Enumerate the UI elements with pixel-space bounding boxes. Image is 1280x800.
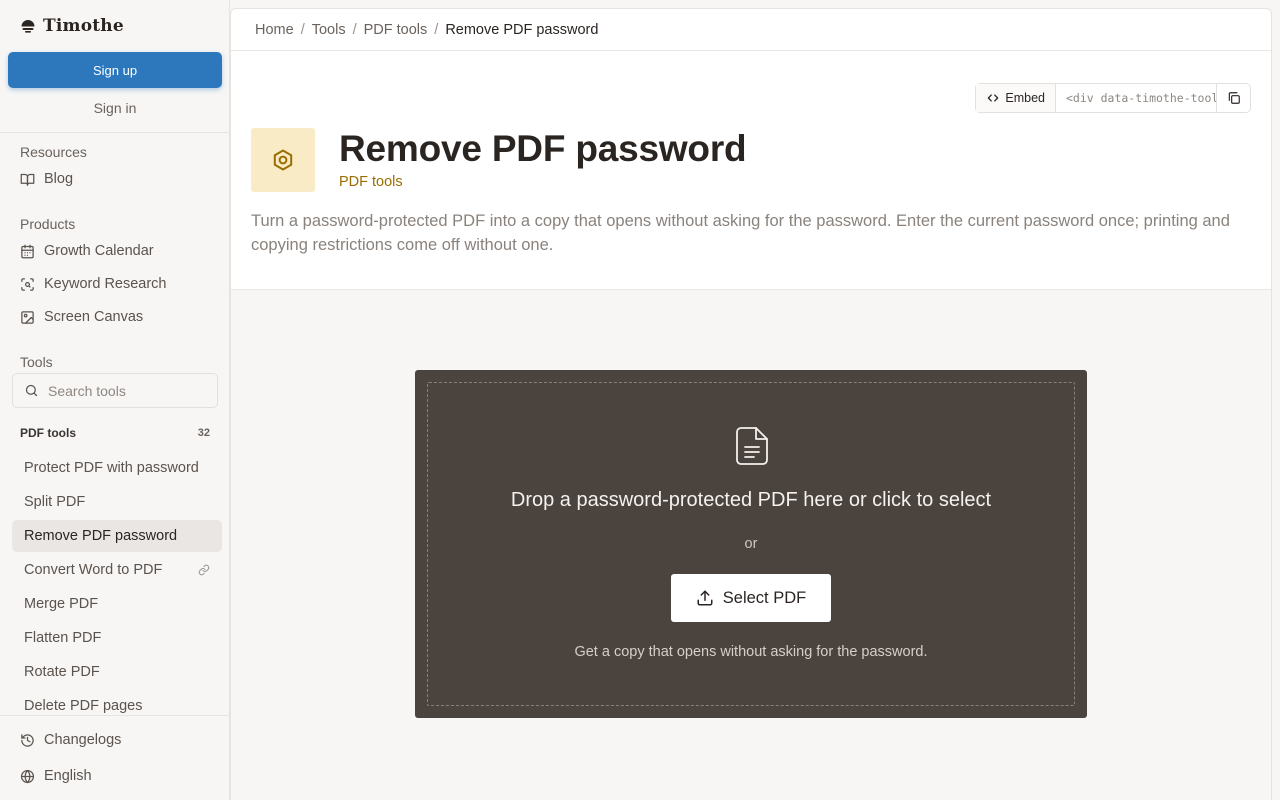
sidebar-item-label: Changelogs — [44, 732, 122, 748]
pdf-tools-group-header[interactable]: PDF tools 32 — [20, 425, 210, 441]
sidebar-divider — [0, 132, 229, 133]
main-panel: Home / Tools / PDF tools / Remove PDF pa… — [230, 8, 1272, 800]
pdf-tools-group-label: PDF tools — [20, 426, 76, 440]
breadcrumb: Home / Tools / PDF tools / Remove PDF pa… — [255, 21, 598, 39]
copy-embed-button[interactable] — [1216, 84, 1250, 112]
breadcrumb-current: Remove PDF password — [445, 22, 599, 38]
history-icon — [21, 733, 34, 747]
page-description: Turn a password-protected PDF into a cop… — [251, 212, 1230, 254]
breadcrumb-home[interactable]: Home — [255, 22, 294, 38]
sidebar-item-label: Merge PDF — [24, 596, 99, 612]
dropzone-or-label: or — [744, 536, 758, 552]
scan-search-icon — [21, 277, 34, 291]
embed-button[interactable]: Embed — [976, 84, 1056, 112]
dropzone-title: Drop a password-protected PDF here or cl… — [510, 489, 992, 511]
dropzone-hint: Get a copy that opens without asking for… — [574, 644, 928, 660]
tools-heading: Tools — [20, 354, 53, 370]
tool-workspace: Drop a password-protected PDF here or cl… — [231, 290, 1271, 800]
logo-text: Timothe — [43, 16, 124, 36]
pdf-tools-list: Protect PDF with password Split PDF Remo… — [12, 452, 222, 724]
sidebar-item-label: Flatten PDF — [24, 630, 102, 646]
sidebar-item-growth-calendar[interactable]: Growth Calendar — [20, 240, 154, 262]
sidebar-item-merge-pdf[interactable]: Merge PDF — [12, 588, 222, 620]
sidebar-item-keyword-research[interactable]: Keyword Research — [20, 273, 167, 295]
sign-in-button[interactable]: Sign in — [8, 94, 222, 122]
embed-code-field[interactable]: <div data-timothe-tool="remove-pdf-passw… — [1056, 84, 1216, 112]
sidebar-item-blog[interactable]: Blog — [20, 168, 73, 190]
sidebar-item-remove-pdf-password[interactable]: Remove PDF password — [12, 520, 222, 552]
sidebar-item-rotate-pdf[interactable]: Rotate PDF — [12, 656, 222, 688]
dropzone[interactable]: Drop a password-protected PDF here or cl… — [415, 370, 1087, 718]
link-icon — [198, 564, 210, 576]
sidebar-item-flatten-pdf[interactable]: Flatten PDF — [12, 622, 222, 654]
sidebar-item-label: Rotate PDF — [24, 664, 100, 680]
sidebar-item-label: Convert Word to PDF — [24, 562, 163, 578]
tool-icon-badge — [251, 128, 315, 192]
select-pdf-button-label: Select PDF — [722, 588, 807, 607]
sidebar-item-label: Blog — [44, 171, 74, 187]
image-icon — [21, 310, 34, 324]
pdf-tools-count-badge: 32 — [197, 427, 210, 439]
embed-widget: Embed <div data-timothe-tool="remove-pdf… — [975, 83, 1251, 113]
sidebar-item-changelogs[interactable]: Changelogs — [20, 729, 121, 751]
copy-icon — [1228, 92, 1240, 104]
select-pdf-button[interactable]: Select PDF — [671, 574, 831, 622]
globe-icon — [20, 769, 35, 783]
page-category-link[interactable]: PDF tools — [339, 174, 403, 190]
sidebar-item-label: Protect PDF with password — [24, 460, 199, 476]
resources-heading: Resources — [20, 144, 87, 160]
hexagon-nut-icon — [273, 149, 293, 171]
search-tools-field[interactable] — [12, 373, 218, 408]
sidebar-item-label: Growth Calendar — [44, 243, 154, 259]
calendar-icon — [21, 244, 34, 258]
sidebar-footer: Changelogs English — [0, 715, 229, 800]
sidebar-item-protect-pdf[interactable]: Protect PDF with password — [12, 452, 222, 484]
sidebar-item-screen-canvas[interactable]: Screen Canvas — [20, 306, 143, 328]
breadcrumb-tools[interactable]: Tools — [312, 22, 346, 38]
logo-icon — [21, 20, 35, 33]
header-divider — [231, 50, 1271, 51]
sidebar-item-split-pdf[interactable]: Split PDF — [12, 486, 222, 518]
sidebar-item-convert-word-to-pdf[interactable]: Convert Word to PDF — [12, 554, 222, 586]
dropzone-border: Drop a password-protected PDF here or cl… — [427, 382, 1075, 706]
sidebar: Timothe Sign up Sign in Resources Blog P… — [0, 0, 230, 800]
language-selector[interactable]: English — [20, 765, 92, 787]
products-heading: Products — [20, 216, 76, 232]
sign-up-button[interactable]: Sign up — [8, 52, 222, 88]
search-icon — [25, 384, 38, 397]
page-title: Remove PDF password — [339, 128, 747, 169]
code-icon — [988, 94, 999, 102]
sidebar-item-label: Keyword Research — [44, 276, 167, 292]
breadcrumb-separator: / — [300, 22, 305, 38]
file-text-icon — [736, 427, 768, 465]
sidebar-item-label: Remove PDF password — [24, 528, 178, 544]
book-icon — [20, 173, 35, 186]
sidebar-item-label: Delete PDF pages — [24, 698, 143, 714]
sidebar-item-label: Split PDF — [24, 494, 86, 510]
upload-icon — [697, 590, 713, 606]
logo[interactable]: Timothe — [20, 16, 124, 36]
breadcrumb-separator: / — [352, 22, 357, 38]
breadcrumb-pdf-tools[interactable]: PDF tools — [364, 22, 428, 38]
breadcrumb-separator: / — [434, 22, 439, 38]
language-label: English — [44, 768, 92, 784]
embed-button-label: Embed — [1005, 91, 1045, 105]
search-input[interactable] — [48, 382, 198, 399]
sidebar-item-label: Screen Canvas — [44, 309, 144, 325]
